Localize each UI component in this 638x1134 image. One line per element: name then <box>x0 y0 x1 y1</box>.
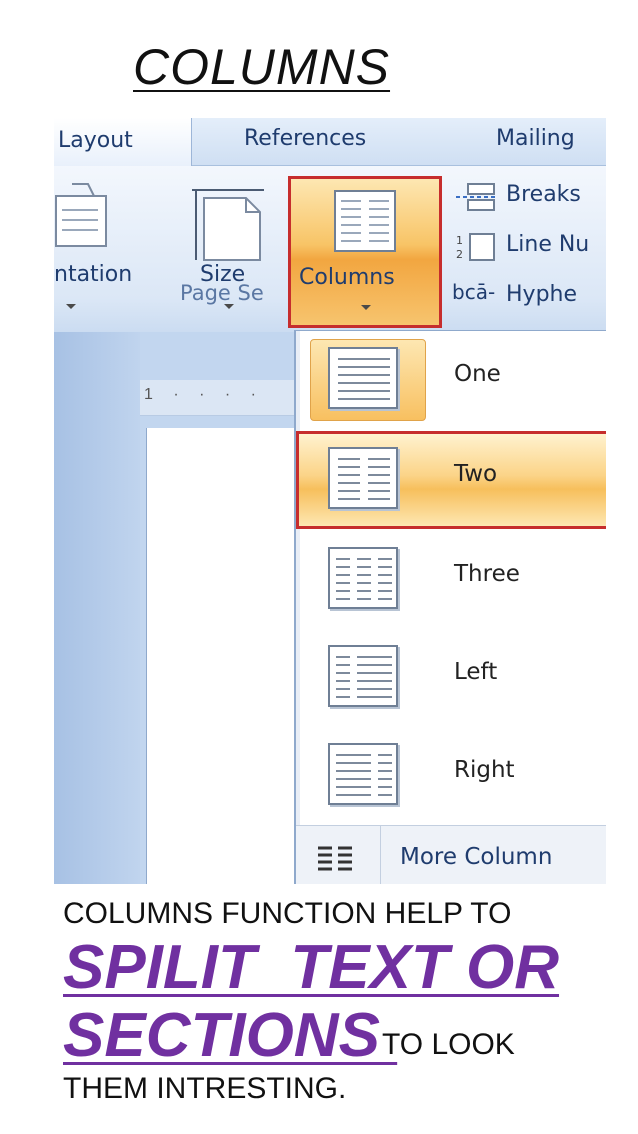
columns-icon <box>334 190 396 252</box>
line-numbers-icon: 1 2 <box>456 233 495 261</box>
document-background <box>54 332 140 884</box>
menu-item-two[interactable]: Two <box>296 431 606 529</box>
caption-emphasis-line-2: SECTIONS <box>63 1001 398 1070</box>
horizontal-ruler[interactable]: 1 · · · · <box>140 380 300 416</box>
tab-references[interactable]: References <box>244 126 366 151</box>
tab-mailings[interactable]: Mailing <box>496 126 575 151</box>
document-page[interactable] <box>146 428 300 884</box>
menu-item-left[interactable]: Left <box>296 629 606 727</box>
menu-item-label: Two <box>454 461 498 487</box>
menu-item-right[interactable]: Right <box>296 727 606 825</box>
caption-tail-1: TO LOOK <box>382 1028 515 1061</box>
right-column-icon <box>328 743 398 805</box>
line-numbers-button-label[interactable]: Line Nu <box>506 232 589 257</box>
columns-button-label: Columns <box>299 265 395 290</box>
caption-emphasis-line-1: SPILIT TEXT OR <box>63 933 560 1002</box>
more-columns-label: More Column <box>400 844 553 870</box>
orientation-icon <box>55 183 107 247</box>
orientation-dropdown-arrow[interactable] <box>66 304 76 309</box>
columns-dropdown-menu: One Two Three Left Right More Column <box>294 330 606 884</box>
menu-item-one[interactable]: One <box>296 331 606 429</box>
menu-item-more-columns[interactable]: More Column <box>296 825 606 884</box>
menu-item-label: Right <box>454 757 515 783</box>
hyphenation-icon: bcā- <box>452 280 496 304</box>
columns-dropdown-arrow <box>361 305 371 310</box>
one-column-icon <box>328 347 398 409</box>
menu-item-three[interactable]: Three <box>296 531 606 629</box>
menu-item-label: One <box>454 361 501 387</box>
slide-title: COLUMNS <box>133 39 391 95</box>
caption-tail-2: THEM INTRESTING. <box>63 1072 347 1105</box>
svg-text:2: 2 <box>456 248 463 261</box>
caption-line-1: COLUMNS FUNCTION HELP TO <box>63 897 512 930</box>
word-screenshot: Layout References Mailing ntation Size B… <box>54 118 606 884</box>
hyphenation-button-label[interactable]: Hyphe <box>506 282 577 307</box>
two-columns-icon <box>328 447 398 509</box>
left-column-icon <box>328 645 398 707</box>
orientation-button-label[interactable]: ntation <box>54 262 132 287</box>
size-icon <box>192 189 264 261</box>
ribbon-tab-bar: Layout References Mailing <box>54 118 606 167</box>
more-columns-icon <box>318 846 352 871</box>
three-columns-icon <box>328 547 398 609</box>
menu-separator <box>380 826 381 884</box>
columns-button[interactable]: Columns <box>288 176 442 328</box>
svg-text:1: 1 <box>456 234 463 247</box>
menu-item-label: Three <box>454 561 520 587</box>
page-setup-group-label: Page Se <box>180 281 264 305</box>
menu-item-label: Left <box>454 659 498 685</box>
ruler-marks: 1 · · · · <box>144 386 264 403</box>
breaks-icon <box>456 183 496 211</box>
breaks-button-label[interactable]: Breaks <box>506 182 581 207</box>
tab-layout[interactable]: Layout <box>54 118 192 167</box>
